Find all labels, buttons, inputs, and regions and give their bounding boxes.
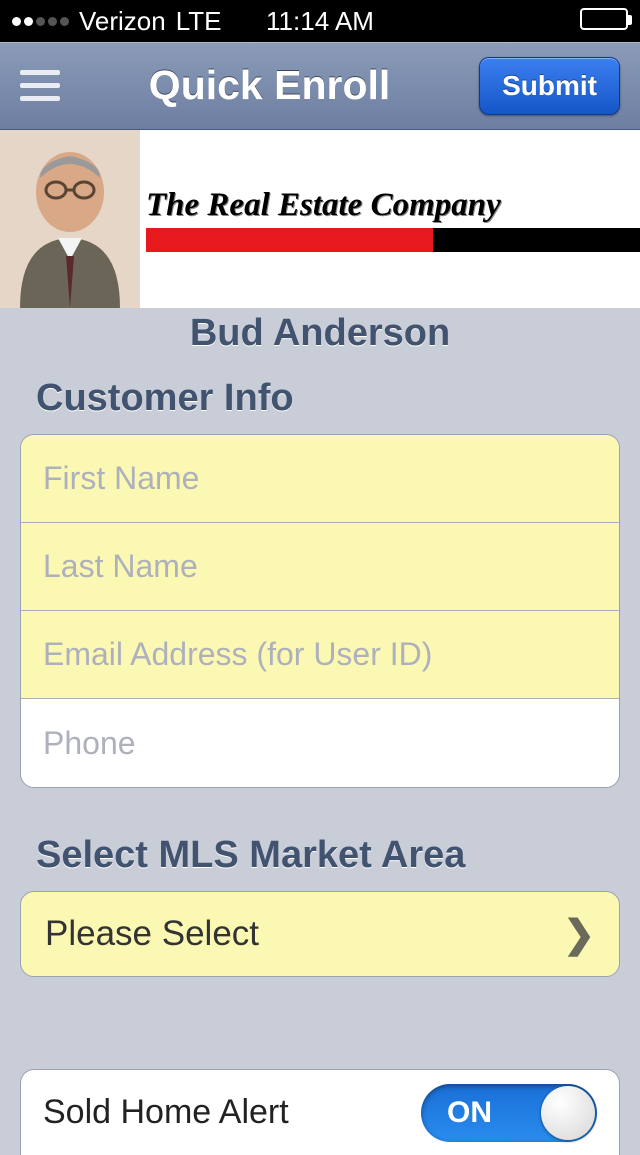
phone-row[interactable] xyxy=(21,699,619,787)
email-input[interactable] xyxy=(43,636,597,673)
carrier-label: Verizon xyxy=(79,6,166,37)
toggle-knob-icon xyxy=(541,1086,595,1140)
signal-icon xyxy=(12,17,69,26)
agent-banner: The Real Estate Company xyxy=(0,130,640,308)
company-bar-icon xyxy=(146,228,640,252)
customer-info-group xyxy=(20,434,620,788)
first-name-row[interactable] xyxy=(21,435,619,523)
company-name: The Real Estate Company xyxy=(146,187,640,224)
status-bar: Verizon LTE 11:14 AM xyxy=(0,0,640,42)
page-title: Quick Enroll xyxy=(149,62,391,109)
agent-photo xyxy=(0,130,140,308)
mls-select[interactable]: Please Select ❯ xyxy=(20,891,620,977)
status-time: 11:14 AM xyxy=(266,6,374,37)
first-name-input[interactable] xyxy=(43,460,597,497)
last-name-row[interactable] xyxy=(21,523,619,611)
status-left: Verizon LTE xyxy=(12,6,222,37)
mls-selected-value: Please Select xyxy=(45,914,259,954)
main-content: Bud Anderson Customer Info Select MLS Ma… xyxy=(0,312,640,1155)
sold-home-alert-row: Sold Home Alert ON xyxy=(20,1069,620,1155)
battery-icon xyxy=(580,6,628,37)
phone-input[interactable] xyxy=(43,725,597,762)
sold-home-alert-label: Sold Home Alert xyxy=(43,1093,289,1132)
customer-info-label: Customer Info xyxy=(36,377,620,420)
network-label: LTE xyxy=(176,6,222,37)
toggle-on-label: ON xyxy=(447,1096,492,1130)
submit-button[interactable]: Submit xyxy=(479,57,620,115)
chevron-right-icon: ❯ xyxy=(563,912,595,957)
sold-home-alert-toggle[interactable]: ON xyxy=(421,1084,597,1142)
company-logo: The Real Estate Company xyxy=(140,130,640,308)
nav-bar: Quick Enroll Submit xyxy=(0,42,640,130)
menu-icon[interactable] xyxy=(20,70,60,101)
agent-name: Bud Anderson xyxy=(20,312,620,355)
mls-section-label: Select MLS Market Area xyxy=(36,834,620,877)
email-row[interactable] xyxy=(21,611,619,699)
last-name-input[interactable] xyxy=(43,548,597,585)
